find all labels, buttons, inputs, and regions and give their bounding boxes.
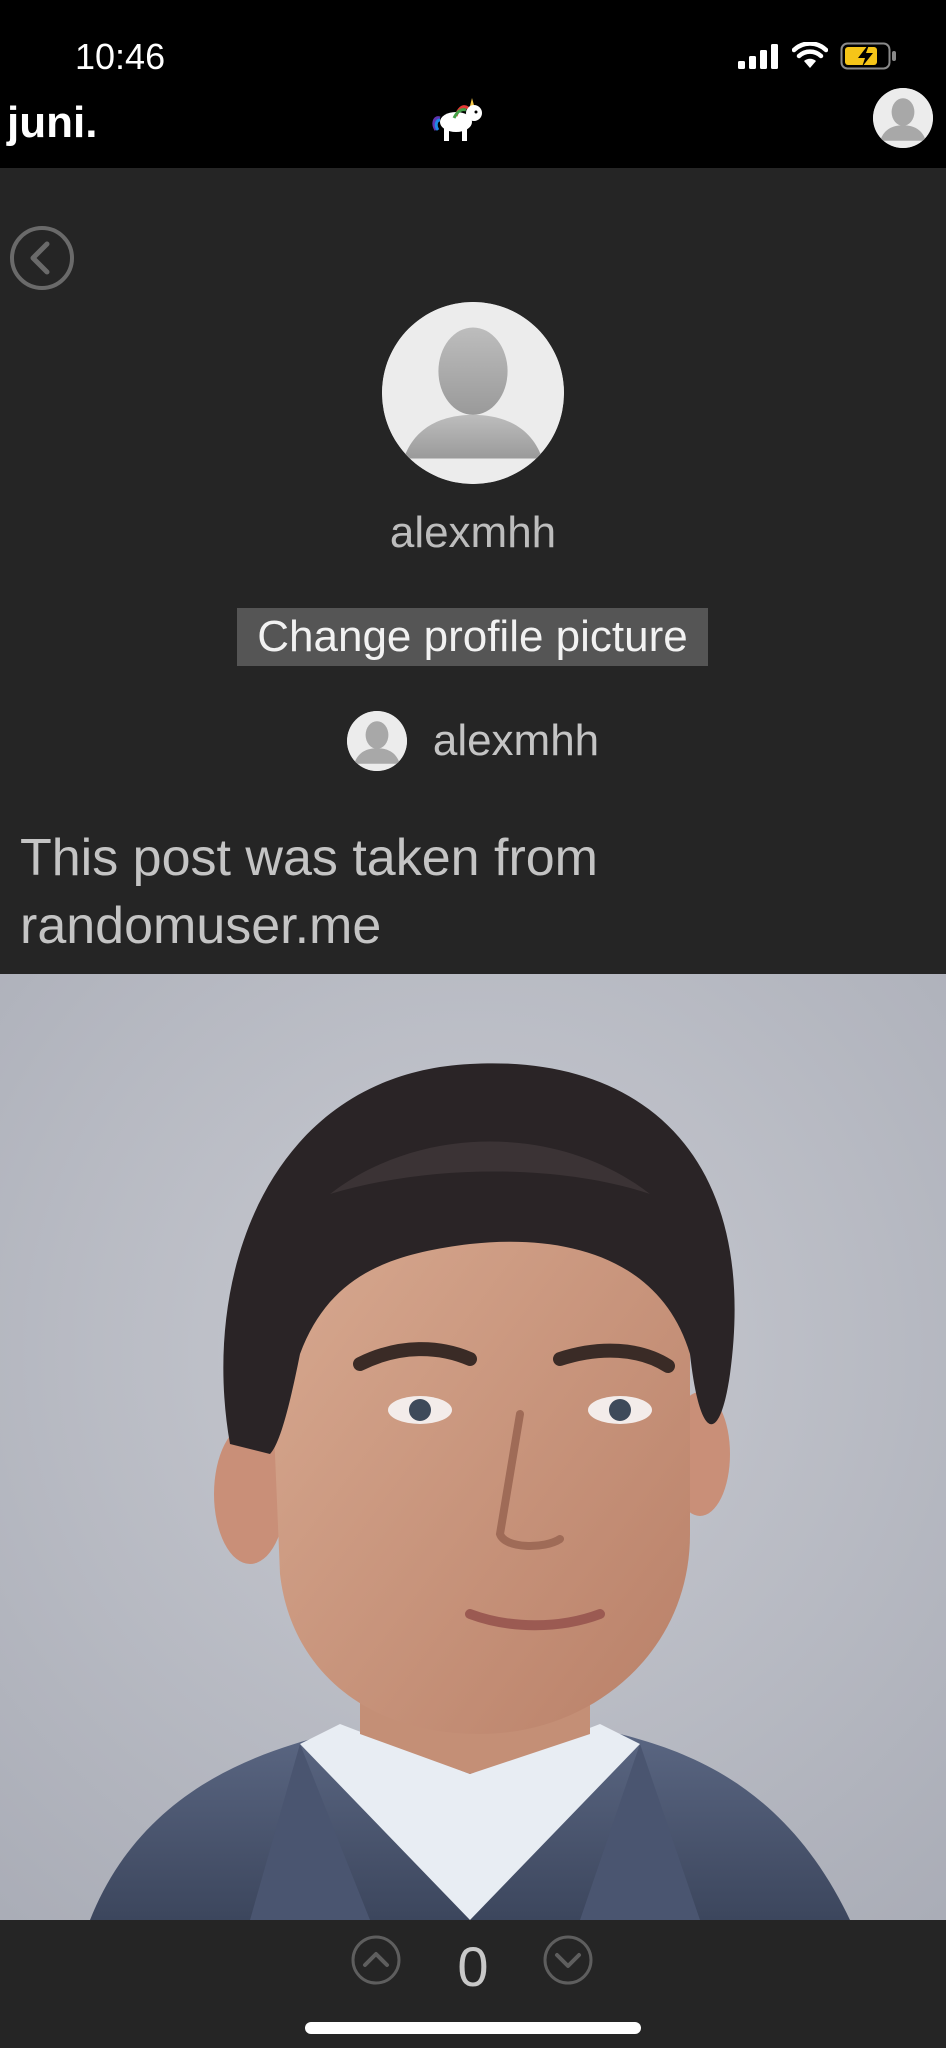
post-header-section: alexmhh Change profile picture alexmhh T… [0, 168, 946, 974]
author-name[interactable]: alexmhh [433, 716, 599, 766]
post-author[interactable]: alexmhh [0, 711, 946, 771]
default-person-icon [382, 302, 564, 484]
change-profile-picture-button[interactable]: Change profile picture [237, 608, 708, 666]
battery-charging-icon [840, 42, 896, 70]
app-header: juni. [0, 88, 946, 168]
status-bar: 10:46 [0, 0, 946, 96]
vote-count: 0 [457, 1935, 489, 1998]
vote-bar: 0 [0, 1920, 946, 2048]
default-person-icon [346, 711, 407, 771]
default-person-icon [873, 88, 933, 148]
chevron-down-circle-icon[interactable] [542, 1934, 594, 1986]
header-avatar[interactable] [873, 88, 933, 148]
author-avatar[interactable] [346, 711, 407, 771]
home-indicator [305, 2022, 641, 2034]
profile-username: alexmhh [389, 508, 557, 557]
profile-avatar[interactable] [382, 302, 564, 484]
post-image[interactable] [0, 974, 946, 1920]
chevron-up-circle-icon[interactable] [350, 1934, 402, 1986]
unicorn-icon[interactable] [432, 96, 494, 144]
brand-logo-text[interactable]: juni. [7, 98, 97, 148]
signal-icon [738, 44, 778, 69]
portrait-photo [0, 974, 946, 1920]
back-icon[interactable] [8, 224, 76, 292]
wifi-icon [792, 42, 828, 68]
status-icons [738, 42, 898, 70]
status-time: 10:46 [75, 36, 166, 77]
post-caption: This post was taken from randomuser.me [20, 829, 598, 955]
